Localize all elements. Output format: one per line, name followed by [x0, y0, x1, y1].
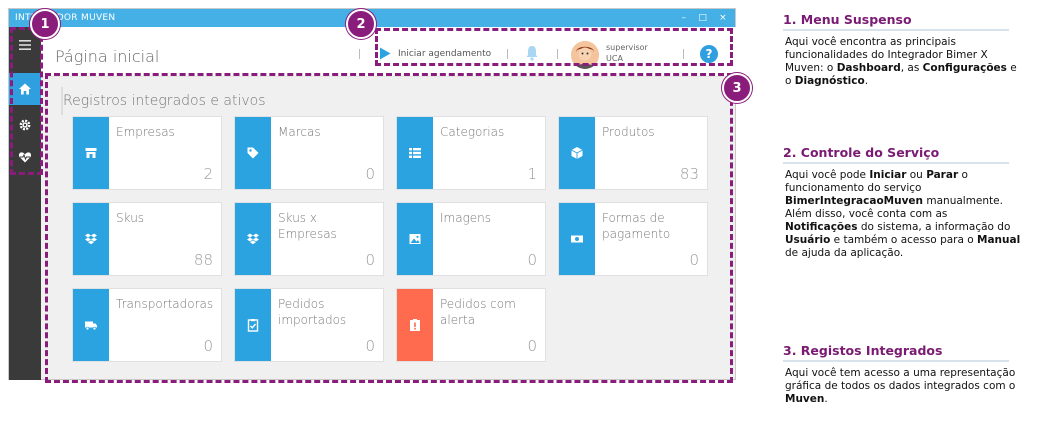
badge-2: 2	[346, 9, 376, 39]
annotation-body: Aqui você tem acesso a uma representação…	[783, 367, 1023, 406]
minimize-button[interactable]: –	[682, 9, 687, 27]
annotation-service: 2. Controle do Serviço Aqui você pode In…	[783, 145, 1023, 260]
annotation-emphasis: Diagnóstico	[794, 75, 865, 87]
annotation-menu: 1. Menu Suspenso Aqui você encontra as p…	[783, 12, 1023, 88]
maximize-button[interactable]: □	[698, 9, 707, 27]
annotation-records: 3. Registos Integrados Aqui você tem ace…	[783, 343, 1023, 406]
page-title: Página inicial	[55, 47, 160, 66]
annotation-text: do sistema, a informação do	[857, 221, 1011, 233]
annotation-emphasis: Manual	[977, 234, 1021, 246]
annotation-emphasis: Parar	[926, 169, 959, 181]
annotation-emphasis: Usuário	[785, 234, 831, 246]
annotation-text: .	[824, 393, 828, 405]
badge-3: 3	[722, 73, 752, 103]
annotation-text: e também o acesso para o	[830, 234, 978, 246]
annotation-text: de ajuda da aplicação.	[785, 247, 904, 259]
annotation-text: .	[864, 75, 869, 87]
highlight-records	[45, 73, 733, 383]
annotation-text: , as	[900, 62, 923, 74]
annotation-title: 2. Controle do Serviço	[783, 145, 1009, 164]
annotation-body: Aqui você pode Iniciar ou Parar o funcio…	[783, 169, 1023, 260]
annotation-text: Aqui você pode	[785, 169, 870, 181]
badge-1: 1	[30, 9, 60, 39]
annotation-body: Aqui você encontra as principais funcion…	[783, 36, 1023, 88]
annotation-emphasis: Notificações	[785, 221, 858, 233]
annotation-emphasis: BimerIntegracaoMuven	[785, 195, 924, 207]
annotation-text: ou	[906, 169, 927, 181]
annotation-text: Aqui você tem acesso a uma representação…	[785, 367, 1016, 392]
header-divider	[359, 49, 360, 59]
annotation-emphasis: Configurações	[922, 62, 1007, 74]
annotation-emphasis: Iniciar	[869, 169, 907, 181]
close-button[interactable]: ×	[719, 9, 727, 27]
annotation-emphasis: Muven	[785, 393, 825, 405]
highlight-menu	[10, 27, 43, 175]
annotation-emphasis: Dashboard	[836, 62, 901, 74]
annotation-title: 3. Registos Integrados	[783, 343, 1009, 362]
annotation-title: 1. Menu Suspenso	[783, 12, 1009, 31]
highlight-service-control	[375, 28, 733, 66]
